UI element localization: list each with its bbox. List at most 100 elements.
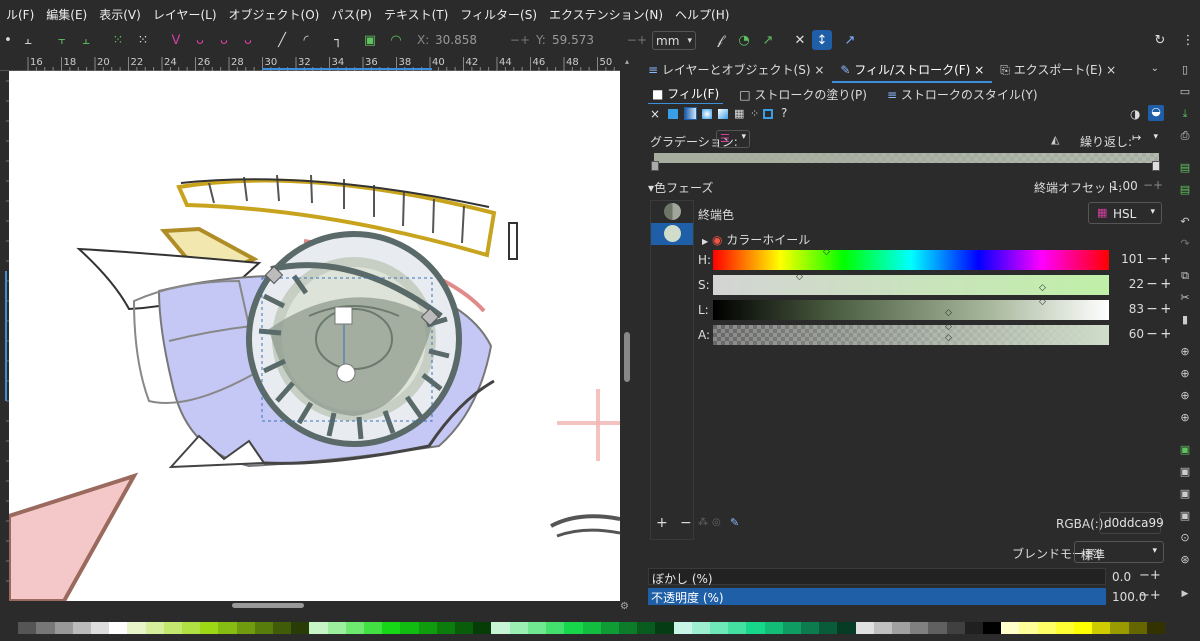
palette-swatch[interactable] xyxy=(1055,622,1074,634)
palette-swatch[interactable] xyxy=(782,622,801,634)
palette-swatch[interactable] xyxy=(1001,622,1020,634)
palette-swatch[interactable] xyxy=(218,622,237,634)
palette-swatch[interactable] xyxy=(1110,622,1129,634)
menu-filters[interactable]: フィルター(S) xyxy=(454,6,543,23)
palette-swatch[interactable] xyxy=(855,622,874,634)
palette-swatch[interactable] xyxy=(637,622,656,634)
tab-layers-objects[interactable]: ≡ レイヤーとオブジェクト(S) × xyxy=(640,57,832,83)
add-stop-icon[interactable]: + xyxy=(656,515,668,531)
subtab-fill[interactable]: ■ フィル(F) xyxy=(648,84,724,104)
blur-slider[interactable]: ぼかし (%) xyxy=(648,568,1106,586)
palette-swatch[interactable] xyxy=(109,622,128,634)
palette-swatch[interactable] xyxy=(145,622,164,634)
slider-s-value[interactable]: 22 xyxy=(1114,277,1144,291)
vertical-scroll-thumb[interactable] xyxy=(624,332,630,382)
unlink-clone-icon[interactable]: ▣ xyxy=(1178,487,1192,501)
paste-icon[interactable]: ▮ xyxy=(1178,313,1192,327)
palette-swatch[interactable] xyxy=(655,622,674,634)
stops-expander[interactable]: ▾色フェーズ xyxy=(648,179,713,196)
palette-swatch[interactable] xyxy=(691,622,710,634)
lightness-slider-thumb[interactable]: ◇ xyxy=(1039,297,1046,307)
vertical-scrollbar[interactable]: ▴ xyxy=(620,57,634,601)
slider-h-value[interactable]: 101 xyxy=(1114,252,1144,266)
palette-swatch[interactable] xyxy=(728,622,747,634)
menu-help[interactable]: ヘルプ(H) xyxy=(669,6,735,23)
palette-swatch[interactable] xyxy=(163,622,183,634)
symmetric-node-icon[interactable]: ᴗ xyxy=(216,32,232,48)
clone-icon[interactable]: ▣ xyxy=(1178,465,1192,479)
tabs-menu-chevron-icon[interactable]: ⌄ xyxy=(1151,63,1159,74)
palette-swatch[interactable] xyxy=(964,622,983,634)
show-handles-icon[interactable]: 𝒻 xyxy=(712,32,728,48)
palette-swatch[interactable] xyxy=(455,622,474,634)
open-icon[interactable]: ▭ xyxy=(1178,85,1192,99)
gradient-preview-bar[interactable] xyxy=(654,153,1159,163)
slider-l-value[interactable]: 83 xyxy=(1114,302,1144,316)
tab-close-icon[interactable]: × xyxy=(1106,63,1116,77)
remove-stop-icon[interactable]: − xyxy=(680,515,692,531)
palette-swatch[interactable] xyxy=(382,622,401,634)
menu-extensions[interactable]: エクステンション(N) xyxy=(543,6,669,23)
palette-swatch[interactable] xyxy=(491,622,510,634)
print-icon[interactable]: ⎙ xyxy=(1178,129,1192,143)
reverse-gradient-icon[interactable]: ◭ xyxy=(1051,133,1059,146)
palette-swatch[interactable] xyxy=(36,622,55,634)
lightness-slider[interactable]: ◇ ◇ xyxy=(713,297,1109,320)
mesh-gradient-icon[interactable] xyxy=(718,109,728,119)
color-wheel-expander[interactable]: ▶ ◉ カラーホイール xyxy=(702,231,810,248)
palette-swatch[interactable] xyxy=(800,622,820,634)
smooth-node-icon[interactable]: ᴗ xyxy=(192,32,208,48)
menu-path[interactable]: パス(P) xyxy=(325,6,378,23)
hue-slider-thumb[interactable]: ◇ xyxy=(823,247,830,257)
horizontal-scroll-thumb[interactable] xyxy=(232,603,304,608)
subtab-stroke-style[interactable]: ≡ ストロークのスタイル(Y) xyxy=(883,85,1042,104)
cusp-node-icon[interactable]: ᐯ xyxy=(168,32,184,48)
duplicate-icon[interactable]: ▣ xyxy=(1178,443,1192,457)
palette-swatch[interactable] xyxy=(1037,622,1056,634)
edit-mask-icon[interactable]: ↗ xyxy=(842,32,858,48)
alpha-slider-thumb[interactable]: ◇ xyxy=(945,322,952,332)
tab-export[interactable]: ⎘ エクスポート(E) × xyxy=(992,57,1124,83)
undo-icon[interactable]: ↶ xyxy=(1178,215,1192,229)
eyedropper-icon[interactable]: ✎ xyxy=(730,516,739,529)
copy-icon[interactable]: ⧉ xyxy=(1178,269,1192,283)
tab-close-icon[interactable]: × xyxy=(974,63,984,77)
cut-icon[interactable]: ✂ xyxy=(1178,291,1192,305)
palette-swatch[interactable] xyxy=(982,622,1002,634)
palette-swatch[interactable] xyxy=(946,622,965,634)
toolbar-menu-icon[interactable]: ⋮ xyxy=(1180,32,1196,48)
gradient-stop-start[interactable] xyxy=(651,161,659,171)
palette-swatch[interactable] xyxy=(418,622,437,634)
palette-swatch[interactable] xyxy=(819,622,838,634)
unset-paint-icon[interactable] xyxy=(763,109,773,119)
slider-s-decrement[interactable]: − xyxy=(1146,275,1158,293)
palette-swatch[interactable] xyxy=(18,622,37,634)
palette-swatch[interactable] xyxy=(91,622,110,634)
fill-rule-evenodd-icon[interactable]: ◑ xyxy=(1130,107,1140,121)
menu-object[interactable]: オブジェクト(O) xyxy=(223,6,326,23)
palette-swatch[interactable] xyxy=(1128,622,1147,634)
hue-slider[interactable]: ◇ xyxy=(713,247,1109,270)
scroll-up-icon[interactable]: ▴ xyxy=(625,57,629,66)
palette-swatch[interactable] xyxy=(546,622,565,634)
palette-swatch[interactable] xyxy=(182,622,201,634)
stop-item-end[interactable] xyxy=(651,223,693,245)
auto-smooth-node-icon[interactable]: ᴗ xyxy=(240,32,256,48)
drawing-canvas[interactable] xyxy=(9,71,620,601)
palette-swatch[interactable] xyxy=(837,622,856,634)
xml-editor-icon[interactable]: ⊛ xyxy=(1178,553,1192,567)
saturation-slider[interactable]: ◇ ◇ xyxy=(713,272,1109,295)
zoom-page-icon[interactable]: ⊕ xyxy=(1178,389,1192,403)
overflow-arrow-icon[interactable]: ▶ xyxy=(1178,587,1192,601)
transform-handles-icon[interactable]: ✕ xyxy=(792,32,808,48)
horizontal-scrollbar[interactable]: ⚙ xyxy=(0,601,634,615)
palette-swatch[interactable] xyxy=(400,622,419,634)
palette-swatch[interactable] xyxy=(473,622,492,634)
slider-a-value[interactable]: 60 xyxy=(1114,327,1144,341)
break-path-icon[interactable]: ⁙ xyxy=(110,32,126,48)
palette-swatch[interactable] xyxy=(72,622,92,634)
stroke-to-path-icon[interactable]: ▣ xyxy=(362,32,378,48)
color-management-icon[interactable]: ⚙ xyxy=(620,601,632,612)
y-coordinate-field[interactable]: 59.573 −+ xyxy=(549,31,649,50)
curve-segment-icon[interactable]: ◜ xyxy=(298,32,314,48)
